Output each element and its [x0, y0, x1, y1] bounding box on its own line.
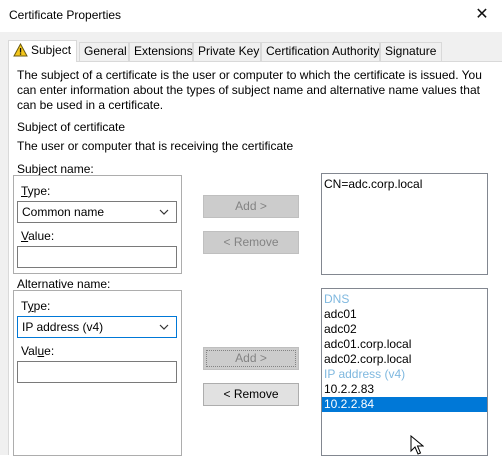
subject-value-label-rest: alue: — [28, 229, 55, 243]
alt-remove-button[interactable]: < Remove — [203, 383, 299, 406]
subject-name-list[interactable]: CN=adc.corp.local — [321, 173, 488, 275]
list-item[interactable]: adc01 — [322, 307, 487, 322]
chevron-down-icon — [159, 209, 169, 215]
subject-remove-button[interactable]: < Remove — [203, 231, 299, 254]
warning-icon — [13, 43, 28, 57]
chevron-down-icon — [159, 324, 169, 330]
subject-of-certificate-description: The user or computer that is receiving t… — [17, 139, 294, 153]
tab-general[interactable]: General — [79, 42, 129, 61]
close-button[interactable]: ✕ — [470, 4, 494, 26]
alt-value-label: Value: — [21, 343, 54, 359]
subject-add-button[interactable]: Add > — [203, 195, 299, 218]
alt-type-value: IP address (v4) — [22, 320, 104, 334]
alternative-name-group: Type: IP address (v4) Value: — [13, 290, 182, 456]
tab-signature-label: Signature — [385, 44, 437, 58]
dialog-body: Subject General Extensions Private Key C… — [0, 32, 502, 456]
tab-private-key[interactable]: Private Key — [193, 42, 261, 61]
tab-extensions-label: Extensions — [134, 44, 193, 58]
alternative-name-list[interactable]: DNS adc01 adc02 adc01.corp.local adc02.corp.… — [321, 288, 488, 456]
subject-type-dropdown[interactable]: Common name — [17, 201, 177, 223]
list-group-header: DNS — [324, 292, 350, 306]
subject-of-certificate-heading: Subject of certificate — [17, 120, 126, 134]
intro-line-1: The subject of a certificate is the user… — [17, 68, 482, 82]
tab-extensions[interactable]: Extensions — [129, 42, 193, 61]
alt-type-label-rest: pe: — [33, 299, 51, 313]
alt-value-label-prefix: Val — [21, 344, 38, 358]
tab-certification-authority-label: Certification Authority — [266, 44, 380, 58]
list-item[interactable]: adc02 — [322, 322, 487, 337]
alt-value-label-rest: e: — [44, 344, 55, 358]
subject-value-label: Value: — [21, 228, 54, 244]
subject-type-accel: T — [21, 184, 28, 198]
subject-type-label-rest: ype: — [27, 184, 51, 198]
list-item[interactable]: 10.2.2.84 — [322, 397, 487, 412]
tab-private-key-label: Private Key — [198, 44, 260, 58]
alt-value-input[interactable] — [17, 361, 177, 383]
intro-line-2: can enter information about the types of… — [17, 83, 480, 97]
tab-certification-authority[interactable]: Certification Authority — [261, 42, 380, 61]
list-item[interactable]: CN=adc.corp.local — [322, 177, 487, 192]
subject-value-input[interactable] — [17, 246, 177, 268]
tab-general-label: General — [84, 44, 127, 58]
intro-line-3: can be used in a certificate. — [17, 98, 164, 112]
tab-signature[interactable]: Signature — [380, 42, 442, 61]
list-group-header: IP address (v4) — [324, 367, 406, 381]
title-bar: Certificate Properties ✕ — [0, 0, 502, 32]
list-item[interactable]: adc01.corp.local — [322, 337, 487, 352]
alt-add-button[interactable]: Add > — [203, 347, 299, 370]
tab-subject-label: Subject — [31, 43, 72, 57]
subject-tab-panel: The subject of a certificate is the user… — [8, 61, 502, 456]
alt-type-label: Type: — [21, 298, 50, 314]
list-item[interactable]: adc02.corp.local — [322, 352, 487, 367]
alt-type-dropdown[interactable]: IP address (v4) — [17, 316, 177, 338]
subject-name-group: Type: Common name Value: — [13, 175, 182, 274]
window-title: Certificate Properties — [9, 8, 122, 22]
subject-type-value: Common name — [22, 205, 105, 219]
list-item[interactable]: 10.2.2.83 — [322, 382, 487, 397]
tab-subject[interactable]: Subject — [8, 40, 77, 62]
subject-type-label: Type: — [21, 183, 50, 199]
alt-type-label-prefix: T — [21, 299, 28, 313]
mouse-cursor-icon — [410, 435, 424, 455]
